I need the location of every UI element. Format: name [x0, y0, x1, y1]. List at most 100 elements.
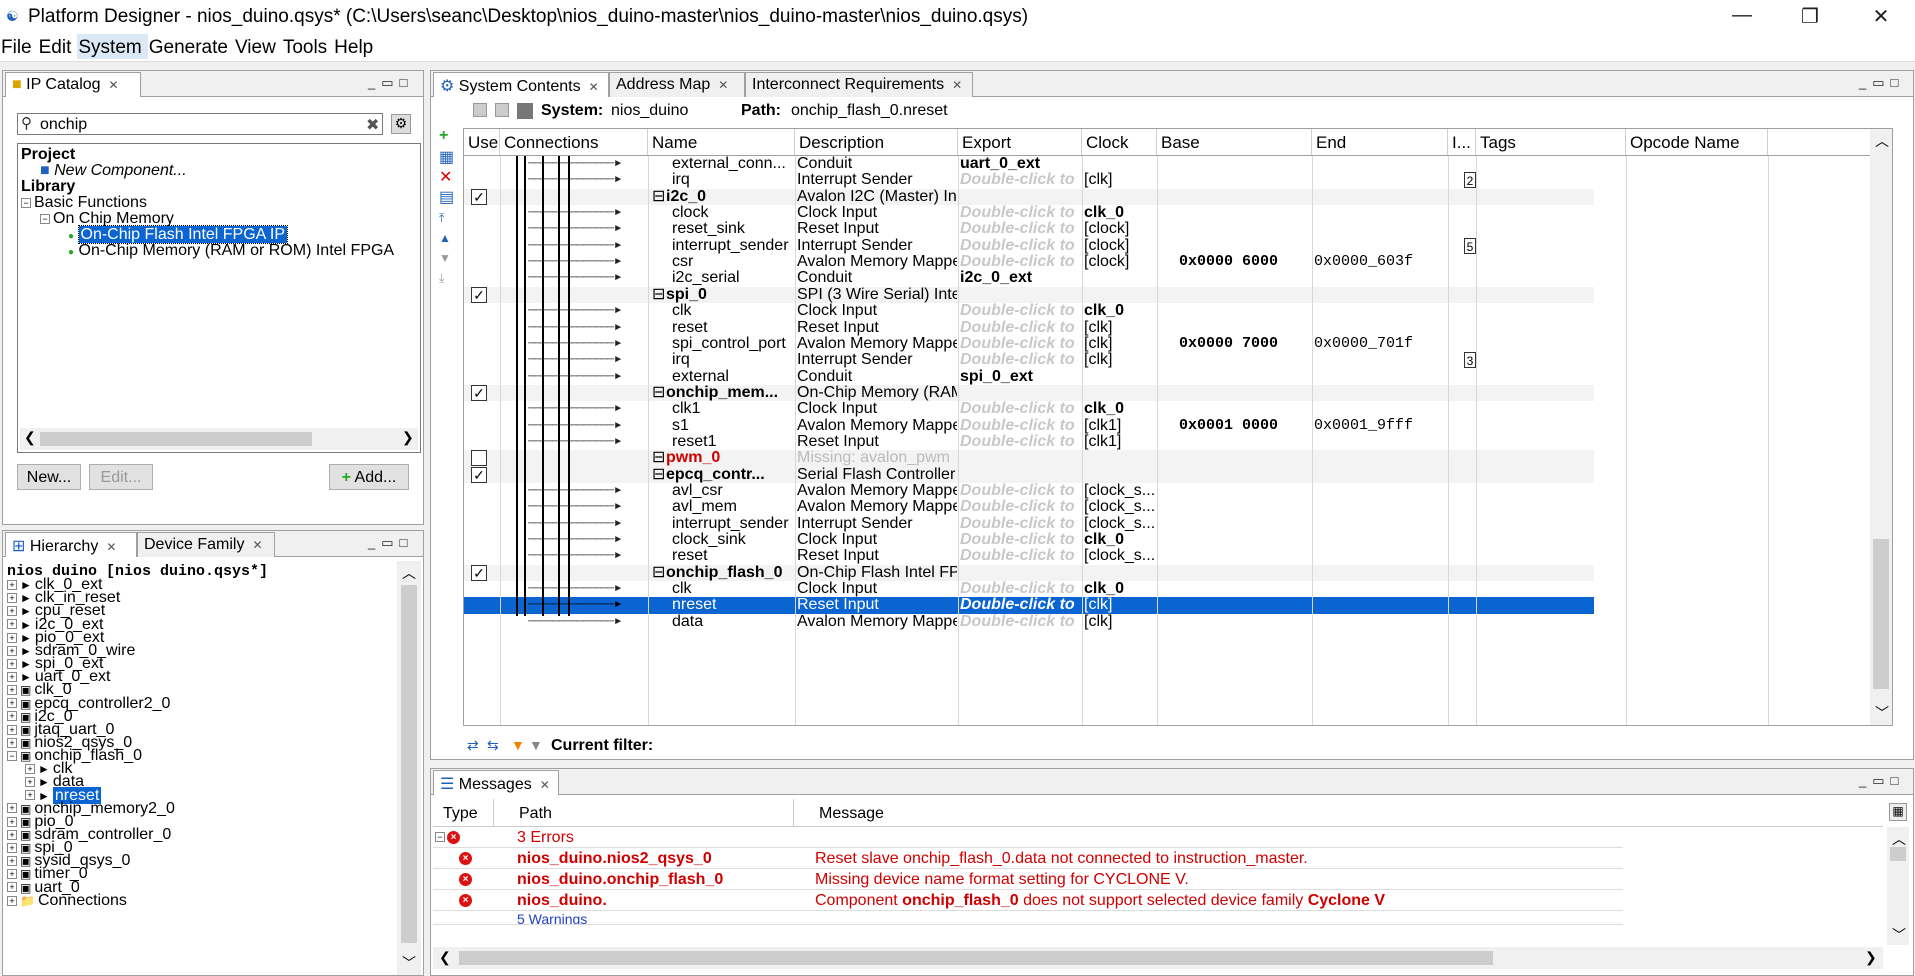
- interface-row[interactable]: ──────────────► nreset Reset Input Double-c…: [464, 597, 1594, 614]
- hierarchy-top-icon[interactable]: [495, 103, 509, 117]
- col-end[interactable]: End: [1312, 129, 1448, 155]
- tab-system-contents[interactable]: ⚙ System Contents ✕: [433, 72, 609, 97]
- tab-hierarchy[interactable]: ⊞ Hierarchy ✕: [5, 532, 137, 557]
- connection-arrow[interactable]: ──────────────►: [528, 483, 646, 499]
- collapse-icon[interactable]: −: [7, 750, 17, 761]
- panel-controls[interactable]: _▭□: [1859, 75, 1904, 91]
- interface-row[interactable]: ──────────────► clk1 Clock Input Double-cli…: [464, 401, 1594, 417]
- interface-row[interactable]: ──────────────► data Avalon Memory Mapped …: [464, 614, 1594, 630]
- hierarchy-vscroll[interactable]: ︿ ﹀: [397, 561, 421, 975]
- export-cell[interactable]: Double-click to: [960, 418, 1080, 434]
- export-cell[interactable]: uart_0_ext: [960, 156, 1080, 172]
- connection-arrow[interactable]: ──────────────►: [528, 418, 646, 434]
- scroll-thumb[interactable]: [459, 951, 1493, 965]
- group-icon[interactable]: ▦: [439, 147, 454, 167]
- search-input[interactable]: onchip: [40, 116, 87, 134]
- connection-arrow[interactable]: ──────────────►: [528, 336, 646, 352]
- component-row[interactable]: ✓ ⊟onchip_flash_0 On-Chip Flash Intel FPGA…: [464, 564, 1594, 582]
- export-cell[interactable]: i2c_0_ext: [960, 270, 1080, 286]
- interface-row[interactable]: ──────────────► irq Interrupt Sender Double…: [464, 172, 1594, 189]
- close-tab-icon[interactable]: ✕: [952, 78, 962, 92]
- interface-row[interactable]: ──────────────► clock_sink Clock Input Doub…: [464, 532, 1594, 548]
- export-cell[interactable]: Double-click to: [960, 434, 1080, 450]
- close-tab-icon[interactable]: ✕: [718, 78, 728, 92]
- col-message[interactable]: Message: [819, 805, 884, 823]
- export-cell[interactable]: Double-click to: [960, 483, 1080, 499]
- close-button[interactable]: ✕: [1861, 4, 1901, 30]
- connection-arrow[interactable]: ──────────────►: [528, 434, 646, 450]
- move-top-icon[interactable]: ⤒: [439, 211, 444, 226]
- messages-hscroll[interactable]: ❮ ❯: [433, 947, 1883, 969]
- collapse-icon[interactable]: −: [40, 213, 50, 224]
- scroll-left-icon[interactable]: ❮: [439, 949, 451, 966]
- edit-icon[interactable]: ▤: [439, 187, 454, 207]
- catalog-hscroll[interactable]: ❮ ❯: [20, 428, 418, 450]
- col-connections[interactable]: Connections: [500, 129, 648, 155]
- collapse-icon[interactable]: ⊟: [652, 450, 666, 466]
- use-checkbox[interactable]: ✓: [471, 188, 487, 205]
- hierarchy-item[interactable]: + 📁 Connections: [7, 892, 127, 910]
- menu-tools[interactable]: Tools: [282, 34, 333, 59]
- panel-controls[interactable]: _▭□: [368, 75, 413, 91]
- connection-arrow[interactable]: ──────────────►: [528, 254, 646, 270]
- scroll-right-icon[interactable]: ❯: [402, 429, 414, 446]
- maximize-button[interactable]: ❐: [1790, 4, 1830, 30]
- add-button[interactable]: + Add...: [329, 464, 409, 490]
- remove-icon[interactable]: ✕: [439, 167, 452, 187]
- message-row[interactable]: × nios_duino. Component onchip_flash_0 d…: [433, 890, 1623, 911]
- col-base[interactable]: Base: [1157, 129, 1312, 155]
- collapse-icon[interactable]: ⊟: [652, 565, 666, 581]
- col-tags[interactable]: Tags: [1476, 129, 1626, 155]
- tab-interconnect[interactable]: Interconnect Requirements ✕: [745, 72, 973, 97]
- collapse-icon[interactable]: ⊟: [652, 467, 666, 483]
- export-cell[interactable]: Double-click to: [960, 581, 1080, 597]
- export-cell[interactable]: Double-click to: [960, 548, 1080, 564]
- scroll-left-icon[interactable]: ❮: [24, 429, 36, 446]
- interface-row[interactable]: ──────────────► external Conduit spi_0_ext: [464, 369, 1594, 385]
- export-cell[interactable]: Double-click to: [960, 320, 1080, 336]
- hide-signals-icon[interactable]: ⇆: [487, 737, 499, 754]
- connection-arrow[interactable]: ──────────────►: [528, 270, 646, 286]
- scroll-up-icon[interactable]: ︿: [402, 563, 416, 583]
- catalog-settings-icon[interactable]: ⚙: [391, 114, 411, 134]
- scroll-up-icon[interactable]: ︿: [1875, 131, 1889, 151]
- connection-arrow[interactable]: ──────────────►: [528, 369, 646, 385]
- connection-arrow[interactable]: ──────────────►: [528, 532, 646, 548]
- connection-arrow[interactable]: ──────────────►: [528, 597, 646, 613]
- filter-icon[interactable]: ▼: [511, 737, 525, 753]
- use-checkbox[interactable]: ✓: [471, 564, 487, 581]
- catalog-search[interactable]: ⚲ onchip ✖: [17, 113, 383, 135]
- messages-vscroll[interactable]: ︿ ﹀: [1887, 827, 1909, 945]
- collapse-icon[interactable]: −: [435, 832, 445, 842]
- export-cell[interactable]: Double-click to: [960, 205, 1080, 221]
- scroll-thumb[interactable]: [1873, 539, 1889, 689]
- collapse-icon[interactable]: −: [21, 197, 31, 208]
- interface-row[interactable]: ──────────────► spi_control_port Avalon Me…: [464, 336, 1594, 352]
- interface-row[interactable]: ──────────────► avl_csr Avalon Memory Mapp…: [464, 483, 1594, 499]
- warning-group-row[interactable]: 5 Warnings: [433, 911, 1623, 925]
- move-down-icon[interactable]: ▼: [439, 251, 451, 265]
- add-icon[interactable]: +: [439, 127, 448, 145]
- component-row[interactable]: ✓ ⊟onchip_mem... On-Chip Memory (RAM o...: [464, 384, 1594, 402]
- close-tab-icon[interactable]: ✕: [589, 80, 599, 94]
- menu-system[interactable]: System: [77, 34, 148, 59]
- error-group-row[interactable]: − × 3 Errors: [433, 827, 1623, 848]
- menu-file[interactable]: File: [0, 34, 38, 59]
- col-opcode[interactable]: Opcode Name: [1626, 129, 1768, 155]
- tab-ip-catalog[interactable]: ■ IP Catalog ✕: [5, 72, 141, 97]
- interface-row[interactable]: ──────────────► i2c_serial Conduit i2c_0_ex…: [464, 270, 1594, 286]
- export-cell[interactable]: Double-click to: [960, 238, 1080, 254]
- scroll-down-icon[interactable]: ﹀: [402, 953, 416, 973]
- close-tab-icon[interactable]: ✕: [106, 540, 116, 554]
- menu-edit[interactable]: Edit: [38, 34, 78, 59]
- use-checkbox[interactable]: [471, 450, 487, 467]
- grid-vscroll[interactable]: ︿ ﹀: [1870, 129, 1892, 725]
- connection-arrow[interactable]: ──────────────►: [528, 352, 646, 368]
- messages-filter-icon[interactable]: ▦: [1889, 803, 1907, 821]
- interface-row[interactable]: ──────────────► reset_sink Reset Input Doub…: [464, 221, 1594, 237]
- connection-arrow[interactable]: ──────────────►: [528, 320, 646, 336]
- message-row[interactable]: × nios_duino.onchip_flash_0 Missing devi…: [433, 869, 1623, 890]
- edit-button[interactable]: Edit...: [89, 464, 153, 490]
- connection-arrow[interactable]: ──────────────►: [528, 401, 646, 417]
- component-row[interactable]: ⊟ pwm_0 Missing: avalon_pwm: [464, 450, 1594, 467]
